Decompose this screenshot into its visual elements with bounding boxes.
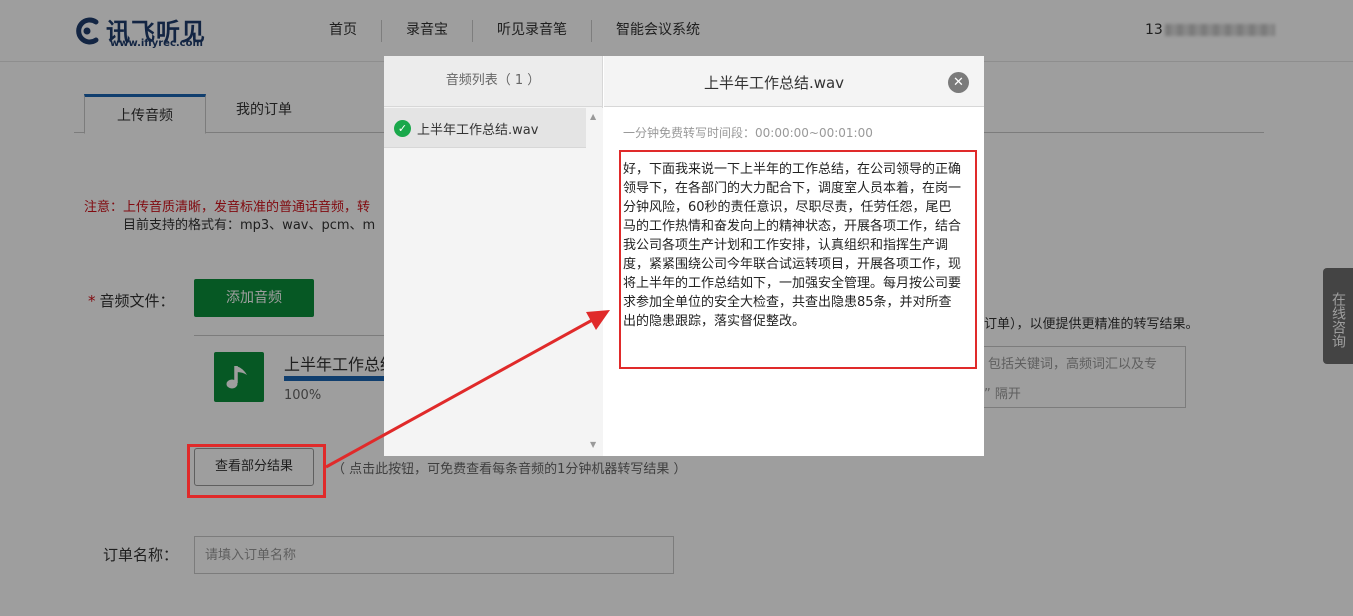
audio-list-item[interactable]: ✓ 上半年工作总结.wav [384, 108, 586, 148]
scroll-up-icon[interactable]: ▲ [590, 112, 596, 121]
close-icon[interactable]: ✕ [948, 72, 969, 93]
audio-list-header: 音频列表（ 1 ） [384, 56, 602, 107]
annotation-highlight-transcript [619, 150, 977, 369]
scroll-down-icon[interactable]: ▼ [590, 440, 596, 449]
audio-list-item-label: 上半年工作总结.wav [417, 123, 539, 138]
audio-list-panel: 音频列表（ 1 ） ▲ ▼ ✓ 上半年工作总结.wav [384, 56, 603, 456]
check-circle-icon: ✓ [394, 120, 411, 137]
audio-list-scrollbar[interactable] [586, 108, 603, 456]
dialog-title: 上半年工作总结.wav [703, 74, 845, 92]
free-time-range: 一分钟免费转写时间段：00:00:00~00:01:00 [623, 126, 873, 140]
annotation-highlight-button [187, 444, 326, 498]
transcript-preview-dialog: 音频列表（ 1 ） ▲ ▼ ✓ 上半年工作总结.wav 上半年工作总结.wav … [384, 56, 984, 456]
transcript-header: 上半年工作总结.wav ✕ [604, 56, 984, 107]
